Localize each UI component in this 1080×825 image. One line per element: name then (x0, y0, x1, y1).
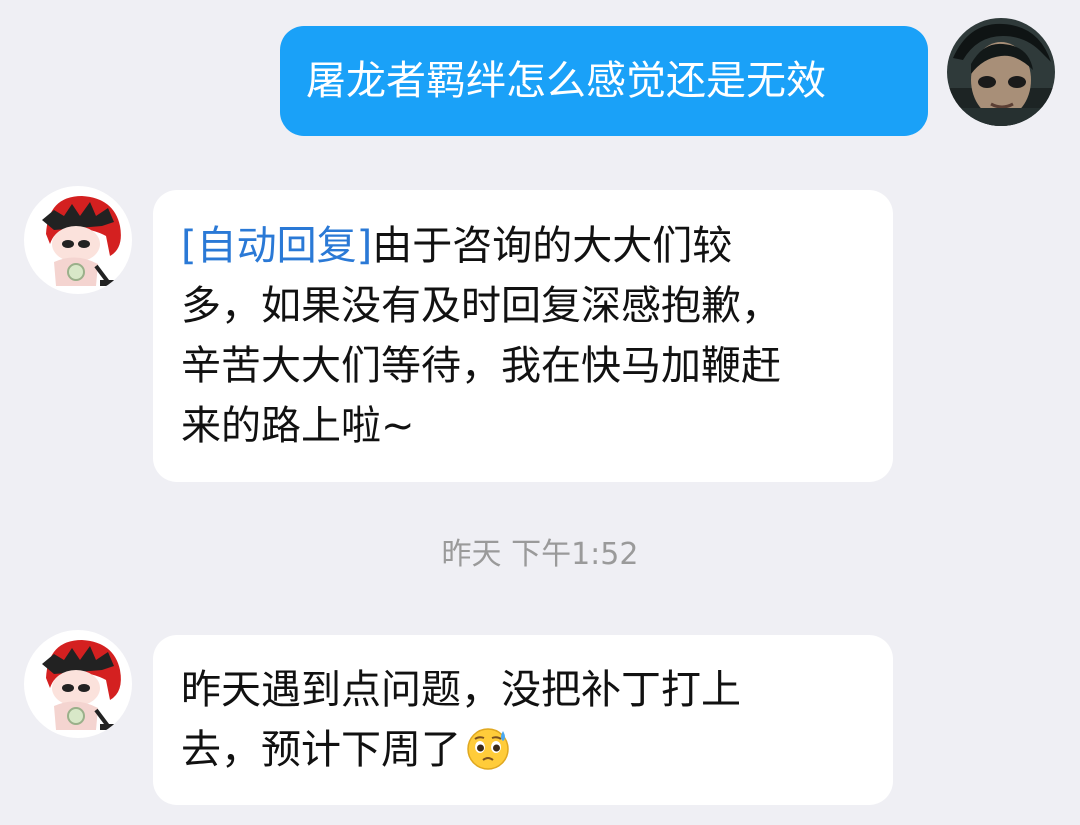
message-line-text: 去，预计下周了 (181, 727, 461, 773)
contact-message-bubble[interactable]: 昨天遇到点问题，没把补丁打上 去，预计下周了 (153, 635, 893, 805)
message-line: 辛苦大大们等待，我在快马加鞭赶 (181, 343, 781, 389)
contact-avatar[interactable] (24, 186, 132, 294)
red-haired-chibi-avatar-icon (24, 186, 132, 294)
contact-avatar[interactable] (24, 630, 132, 738)
message-timestamp: 昨天 下午1:52 (441, 537, 639, 572)
auto-reply-tag: [自动回复] (181, 223, 373, 269)
my-message-text: 屠龙者羁绊怎么感觉还是无效 (306, 58, 826, 104)
red-haired-chibi-avatar-icon (24, 630, 132, 738)
message-line: 昨天遇到点问题，没把补丁打上 (181, 667, 741, 713)
message-line-text: 由于咨询的大大们较 (372, 223, 733, 269)
character-portrait-avatar-icon (947, 18, 1055, 126)
chat-conversation: 屠龙者羁绊怎么感觉还是无效 [自动回复]由于咨询的大大们较 多，如果没有及时回复… (0, 0, 1080, 825)
message-line: [自动回复]由于咨询的大大们较 (181, 216, 865, 276)
pleading-sweat-emoji-icon (467, 728, 509, 770)
contact-message-bubble[interactable]: [自动回复]由于咨询的大大们较 多，如果没有及时回复深感抱歉， 辛苦大大们等待，… (153, 190, 893, 482)
message-line: 去，预计下周了 (181, 720, 865, 780)
my-avatar[interactable] (947, 18, 1055, 126)
message-line: 来的路上啦~ (181, 403, 415, 449)
message-line: 多，如果没有及时回复深感抱歉， (181, 283, 781, 329)
my-message-bubble[interactable]: 屠龙者羁绊怎么感觉还是无效 (280, 26, 928, 136)
